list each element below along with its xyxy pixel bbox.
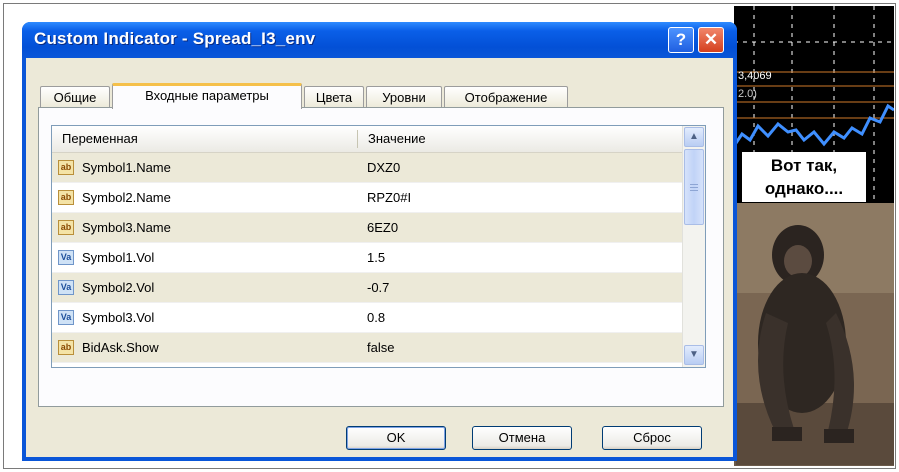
tab-levels[interactable]: Уровни bbox=[366, 86, 442, 108]
caption-box: Вот так, однако.... bbox=[742, 152, 866, 202]
tab-input-parameters[interactable]: Входные параметры bbox=[112, 83, 302, 109]
tab-display[interactable]: Отображение bbox=[444, 86, 568, 108]
parameter-name: BidAsk.Show bbox=[82, 340, 159, 355]
table-row[interactable]: Va Symbol3.Vol 0.8 bbox=[52, 303, 682, 333]
dialog-client-area: Общие Входные параметры Цвета Уровни Ото… bbox=[26, 58, 733, 457]
table-row[interactable]: ab Symbol1.Name DXZ0 bbox=[52, 153, 682, 183]
table-row[interactable]: ab Symbol3.Name 6EZ0 bbox=[52, 213, 682, 243]
parameter-value[interactable]: -0.7 bbox=[367, 273, 389, 303]
parameter-value[interactable]: false bbox=[367, 333, 394, 363]
table-row[interactable]: Va Symbol1.Vol 1.5 bbox=[52, 243, 682, 273]
parameter-value[interactable]: RPZ0#I bbox=[367, 183, 411, 213]
string-type-icon: ab bbox=[58, 220, 74, 235]
parameter-value[interactable]: DXZ0 bbox=[367, 153, 400, 183]
close-button[interactable]: ✕ bbox=[698, 27, 724, 53]
parameter-name: Symbol3.Vol bbox=[82, 310, 155, 325]
vertical-scrollbar[interactable]: ▲ ▼ bbox=[682, 126, 705, 367]
price-label: 3,4069 bbox=[738, 70, 772, 82]
thumb-grip bbox=[690, 187, 698, 188]
scroll-up-arrow-icon[interactable]: ▲ bbox=[684, 127, 704, 147]
title-bar[interactable]: Custom Indicator - Spread_I3_env ? ✕ bbox=[22, 22, 737, 58]
help-button[interactable]: ? bbox=[668, 27, 694, 53]
scroll-down-arrow-icon[interactable]: ▼ bbox=[684, 345, 704, 365]
parameter-name: Symbol2.Name bbox=[82, 190, 171, 205]
thumb-grip bbox=[690, 184, 698, 185]
parameter-name: Symbol1.Vol bbox=[82, 250, 155, 265]
window-title: Custom Indicator - Spread_I3_env bbox=[34, 29, 316, 48]
parameter-value[interactable]: 6EZ0 bbox=[367, 213, 398, 243]
double-type-icon: Va bbox=[58, 250, 74, 265]
parameter-value[interactable]: 1.5 bbox=[367, 243, 385, 273]
monkey-photo bbox=[736, 203, 894, 465]
string-type-icon: ab bbox=[58, 190, 74, 205]
bool-type-icon: ab bbox=[58, 340, 74, 355]
parameter-name: Symbol2.Vol bbox=[82, 280, 155, 295]
scrollbar-thumb[interactable] bbox=[684, 149, 704, 225]
double-type-icon: Va bbox=[58, 310, 74, 325]
indicator-sub-label: 2.0) bbox=[738, 88, 757, 100]
table-row[interactable]: ab Symbol2.Name RPZ0#I bbox=[52, 183, 682, 213]
reset-button[interactable]: Сброс bbox=[602, 426, 702, 450]
custom-indicator-dialog: Custom Indicator - Spread_I3_env ? ✕ Общ… bbox=[22, 22, 737, 461]
thumb-grip bbox=[690, 190, 698, 191]
string-type-icon: ab bbox=[58, 160, 74, 175]
cancel-button[interactable]: Отмена bbox=[472, 426, 572, 450]
ok-button[interactable]: OK bbox=[346, 426, 446, 450]
input-parameters-panel: Переменная Значение ab Symbol1.Name DXZ0… bbox=[38, 107, 724, 407]
caption-line-2: однако.... bbox=[764, 179, 844, 198]
double-type-icon: Va bbox=[58, 280, 74, 295]
table-row[interactable]: ab BidAsk.Show false bbox=[52, 333, 682, 363]
tab-general[interactable]: Общие bbox=[40, 86, 110, 108]
parameter-name: Symbol3.Name bbox=[82, 220, 171, 235]
column-header-value[interactable]: Значение bbox=[358, 126, 682, 152]
parameters-grid: Переменная Значение ab Symbol1.Name DXZ0… bbox=[51, 125, 706, 368]
grid-header: Переменная Значение bbox=[52, 126, 682, 153]
caption-line-1: Вот так, bbox=[770, 156, 838, 175]
table-row[interactable]: Va Symbol2.Vol -0.7 bbox=[52, 273, 682, 303]
tab-colors[interactable]: Цвета bbox=[304, 86, 364, 108]
parameter-value[interactable]: 0.8 bbox=[367, 303, 385, 333]
parameter-name: Symbol1.Name bbox=[82, 160, 171, 175]
column-header-variable[interactable]: Переменная bbox=[52, 126, 357, 152]
